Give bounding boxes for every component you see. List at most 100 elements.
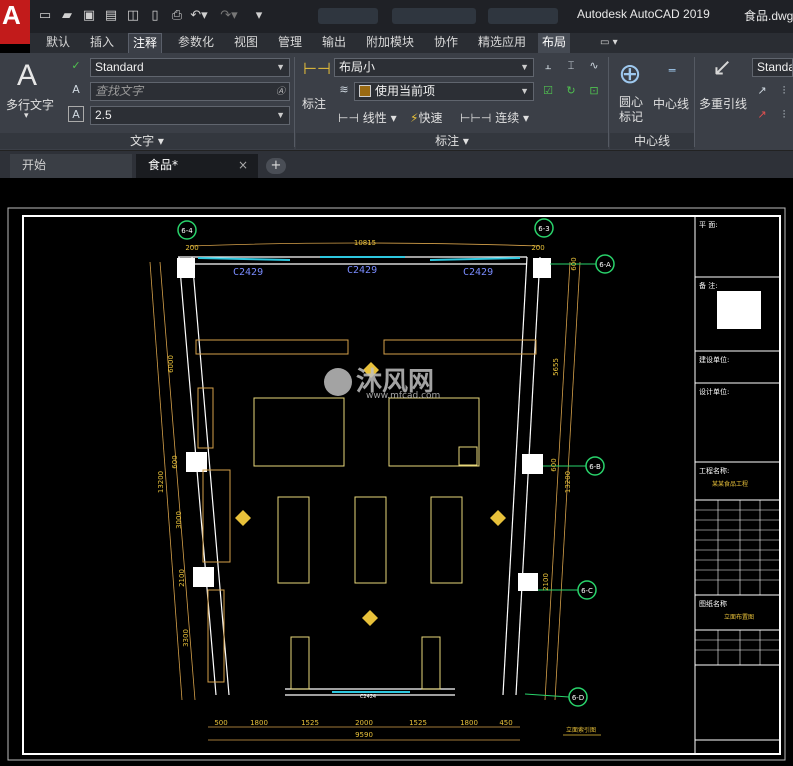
text-height-icon[interactable]: A xyxy=(68,106,84,122)
dim-text: 200 xyxy=(185,244,198,252)
center-mark-icon[interactable]: ⊕ xyxy=(614,59,646,91)
elevation-markers xyxy=(235,362,506,626)
tab-featured-apps[interactable]: 精选应用 xyxy=(474,33,530,53)
mtext-icon[interactable]: A xyxy=(17,59,37,93)
center-mark-button[interactable]: 圆心 标记 xyxy=(619,95,643,125)
dim-inspect-icon[interactable]: ☑ xyxy=(540,83,556,99)
dim-text: 9590 xyxy=(355,731,373,739)
new-tab-button[interactable]: + xyxy=(266,158,286,174)
watermark: 沐风网 www.mfcad.com xyxy=(324,367,440,401)
dimension-button[interactable]: 标注 xyxy=(302,95,326,112)
tab-insert[interactable]: 插入 xyxy=(86,33,118,53)
spell-check-icon[interactable]: ✓ xyxy=(68,58,84,74)
multileader-button[interactable]: 多重引线 xyxy=(699,95,747,112)
dim-text: 6000 xyxy=(167,355,175,373)
dim-layer-select[interactable]: 使用当前项 ▼ xyxy=(354,82,534,101)
sheet-outer-border xyxy=(7,207,786,761)
align-leader-icon[interactable]: ⫶ xyxy=(776,83,792,99)
doc-tab-start[interactable]: 开始 xyxy=(10,154,132,178)
watermark-url: www.mfcad.com xyxy=(366,391,440,401)
search-icon[interactable]: Ⓐ xyxy=(276,83,285,100)
centerline-button[interactable]: 中心线 xyxy=(653,95,689,112)
dim-panel-label[interactable]: 标注 ▾ xyxy=(296,133,608,149)
tab-default[interactable]: 默认 xyxy=(42,33,74,53)
multileader-icon[interactable]: ↙ xyxy=(708,55,736,89)
mtext-dropdown-icon[interactable]: ▾ xyxy=(24,111,29,121)
multileader-style-select[interactable]: Standa xyxy=(752,58,793,77)
text-panel-label[interactable]: 文字 ▾ xyxy=(0,133,294,149)
dim-text: 10815 xyxy=(354,239,376,247)
panel-separator xyxy=(294,57,295,147)
tb-note-label: 备 注: xyxy=(699,281,718,290)
tab-parametric[interactable]: 参数化 xyxy=(174,33,218,53)
dimension-icon[interactable]: ⊢⊣ xyxy=(303,61,331,85)
new-icon[interactable]: ▭ xyxy=(36,8,54,24)
tb-designer-label: 设计单位: xyxy=(699,387,729,396)
window-file-name: 食品.dwg xyxy=(744,9,793,23)
ribbon-minimize-icon[interactable]: ▭ ▾ xyxy=(596,33,622,53)
dim-style-select[interactable]: 布局小 ▼ xyxy=(334,58,534,77)
dim-text: 200 xyxy=(531,244,544,252)
collect-leader-icon[interactable]: ⫶ xyxy=(776,107,792,123)
tab-addins[interactable]: 附加模块 xyxy=(362,33,418,53)
drawing-svg: 平 面: 备 注: 建设单位: 设计单位: 工程名称: 某某食品工程 图纸名称 … xyxy=(7,207,786,761)
dim-text: 2000 xyxy=(355,719,373,727)
find-text-input[interactable]: 查找文字 Ⓐ xyxy=(90,82,290,101)
sheet-caption: 立面索引图 xyxy=(566,726,596,734)
save-as-icon[interactable]: ▤ xyxy=(102,8,120,24)
add-leader-icon[interactable]: ↗ xyxy=(754,83,770,99)
dim-text: 600 xyxy=(570,257,578,270)
linear-dim-icon: ⊢⊣ xyxy=(338,111,363,125)
centerline-icon[interactable]: ═ xyxy=(656,63,688,87)
text-height-select[interactable]: 2.5 ▼ xyxy=(90,106,290,125)
dim-jog-icon[interactable]: ∿ xyxy=(586,58,602,74)
doc-tab-current[interactable]: 食品* × xyxy=(136,154,258,178)
remove-leader-icon[interactable]: ↗ xyxy=(754,107,770,123)
dim-reassociate-icon[interactable]: ⊡ xyxy=(586,83,602,99)
open-icon[interactable]: ▰ xyxy=(58,8,76,24)
autocad-logo-button[interactable]: A xyxy=(0,0,30,44)
dim-text: 600 xyxy=(550,458,558,471)
close-icon[interactable]: × xyxy=(238,154,248,176)
drawing-canvas[interactable]: 平 面: 备 注: 建设单位: 设计单位: 工程名称: 某某食品工程 图纸名称 … xyxy=(0,178,793,766)
window-label: C2429 xyxy=(463,267,493,278)
panel-separator xyxy=(694,57,695,147)
quick-dim-button[interactable]: ⚡快速 xyxy=(410,109,442,126)
undo-icon[interactable]: ↶▾ xyxy=(190,8,208,24)
mtext-button[interactable]: 多行文字 xyxy=(6,96,54,113)
dim-text: 2100 xyxy=(178,569,186,587)
tb-project-value: 某某食品工程 xyxy=(712,480,748,488)
dim-text: 3000 xyxy=(175,511,183,529)
tab-collaborate[interactable]: 协作 xyxy=(430,33,462,53)
text-style-icon[interactable]: A xyxy=(68,82,84,98)
dim-update-icon[interactable]: ↻ xyxy=(563,83,579,99)
axis-tag-label: 6-3 xyxy=(538,225,549,233)
plan-walls xyxy=(178,256,541,696)
dim-break-icon[interactable]: ⫠ xyxy=(540,58,556,74)
continue-dim-button[interactable]: ⊢⊢⊣ 连续 ▾ xyxy=(460,109,529,126)
redo-icon[interactable]: ↷▾ xyxy=(220,8,238,24)
dim-text: 3300 xyxy=(182,629,190,647)
tab-manage[interactable]: 管理 xyxy=(274,33,306,53)
dim-text: 1525 xyxy=(409,719,427,727)
tab-view[interactable]: 视图 xyxy=(230,33,262,53)
door-label: C2424 xyxy=(360,694,376,700)
tb-drawing-name-label: 图纸名称 xyxy=(699,599,727,608)
sheet-inner-border xyxy=(22,215,781,755)
text-style-select[interactable]: Standard ▼ xyxy=(90,58,290,77)
window-title: Autodesk AutoCAD 2019 xyxy=(577,7,710,21)
dim-adjust-space-icon[interactable]: ⌶ xyxy=(563,58,579,74)
dim-text: 1800 xyxy=(460,719,478,727)
tab-annotate[interactable]: 注释 xyxy=(128,33,163,53)
centerline-panel-label[interactable]: 中心线 xyxy=(610,133,694,149)
save-icon[interactable]: ▣ xyxy=(80,8,98,24)
publish-icon[interactable]: ▯ xyxy=(146,8,164,24)
customize-icon[interactable]: ▾ xyxy=(250,8,268,24)
linear-dim-button[interactable]: ⊢⊣ 线性 ▾ xyxy=(338,109,397,126)
print-icon[interactable]: ⎙ xyxy=(168,8,186,24)
shelves xyxy=(253,397,480,690)
tab-output[interactable]: 输出 xyxy=(318,33,350,53)
tab-layout[interactable]: 布局 xyxy=(538,33,571,53)
plot-preview-icon[interactable]: ◫ xyxy=(124,8,142,24)
title-bar: A ▭ ▰ ▣ ▤ ◫ ▯ ⎙ ↶▾ ↷▾ ▾ Autodesk AutoCAD… xyxy=(0,0,793,44)
